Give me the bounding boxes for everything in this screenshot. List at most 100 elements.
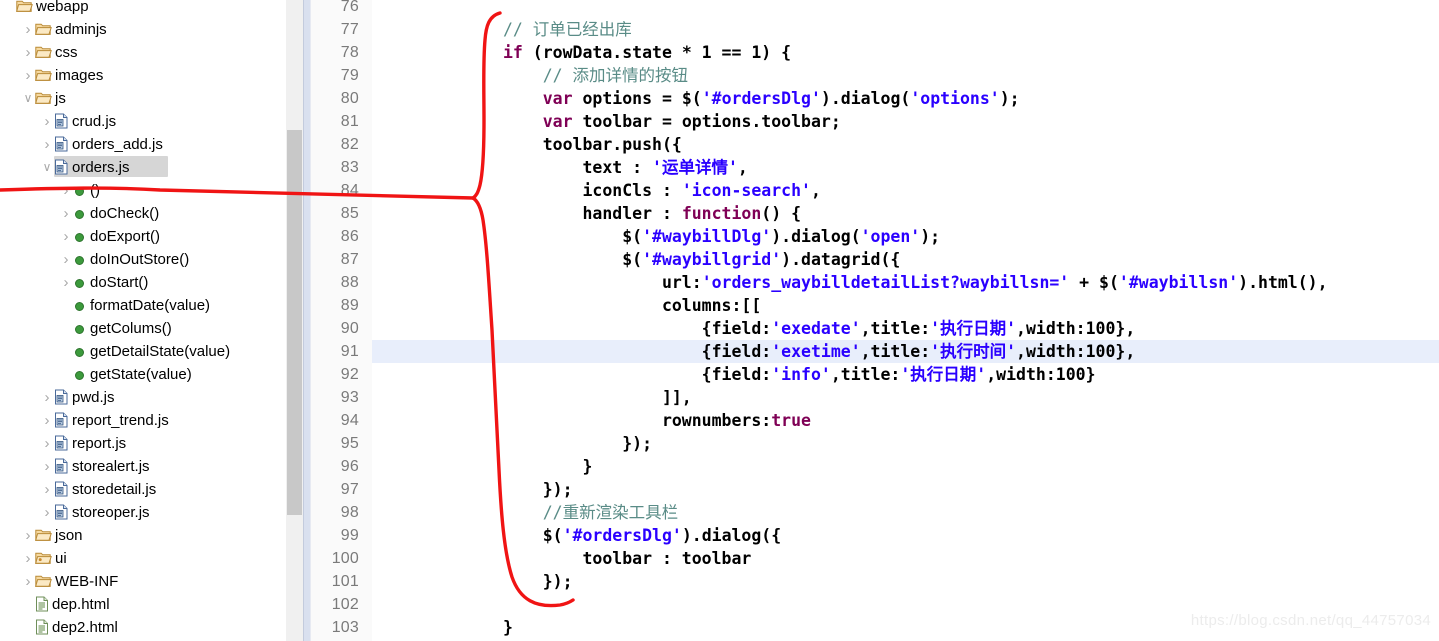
code-text: columns:[[ [503,294,761,317]
code-line[interactable]: 80 var options = $('#ordersDlg').dialog(… [311,87,1439,110]
tree-item[interactable]: webapp [0,0,286,17]
code-line[interactable]: 93 ]], [311,386,1439,409]
chevron-right-icon[interactable]: › [40,386,54,409]
line-number: 92 [340,366,359,383]
chevron-right-icon[interactable]: › [21,18,35,41]
line-number: 86 [340,228,359,245]
tree-item[interactable]: › crud.js [0,109,286,132]
code-line[interactable]: 79 // 添加详情的按钮 [311,64,1439,87]
code-line[interactable]: 77 // 订单已经出库 [311,18,1439,41]
tree-item-method[interactable]: › doStart() [0,270,286,293]
tree-item[interactable]: › storealert.js [0,454,286,477]
editor-left-divider [303,0,311,641]
tree-item[interactable]: ∨ orders.js [0,155,286,178]
tree-item-method[interactable]: › doExport() [0,224,286,247]
tree-item-method[interactable]: getState(value) [0,362,286,385]
line-number: 79 [340,67,359,84]
code-line[interactable]: 96 } [311,455,1439,478]
ide-window: webapp › adminjs › css › images ∨ js › crud.js › ord… [0,0,1439,641]
code-line[interactable]: 95 }); [311,432,1439,455]
code-text: iconCls : 'icon-search', [503,179,820,202]
chevron-right-icon[interactable]: › [59,225,73,248]
tree-item-method[interactable]: formatDate(value) [0,293,286,316]
tree-item-method[interactable]: › () [0,178,286,201]
tree-item-method[interactable]: › doCheck() [0,201,286,224]
code-line[interactable]: 100 toolbar : toolbar [311,547,1439,570]
chevron-down-icon[interactable]: ∨ [40,156,54,179]
tree-item[interactable]: › adminjs [0,17,286,40]
folder-icon [35,22,52,36]
code-token-plain: ); [920,227,941,246]
tree-item[interactable]: › report.js [0,431,286,454]
js-file-icon [54,159,69,175]
tree-item[interactable]: › pwd.js [0,385,286,408]
code-line[interactable]: 82 toolbar.push({ [311,133,1439,156]
tree-item[interactable]: ∨ js [0,86,286,109]
tree-item[interactable]: › css [0,40,286,63]
tree-item[interactable]: › WEB-INF [0,569,286,592]
line-number: 100 [331,550,359,567]
chevron-right-icon[interactable]: › [21,41,35,64]
code-line[interactable]: 76 [311,0,1439,18]
code-line[interactable]: 99 $('#ordersDlg').dialog({ [311,524,1439,547]
code-line[interactable]: 81 var toolbar = options.toolbar; [311,110,1439,133]
chevron-right-icon[interactable]: › [40,501,54,524]
tree-item[interactable]: › ui [0,546,286,569]
chevron-right-icon[interactable]: › [40,409,54,432]
js-file-icon [54,481,69,497]
code-line[interactable]: 98 //重新渲染工具栏 [311,501,1439,524]
chevron-right-icon[interactable]: › [59,179,73,202]
code-line[interactable]: 84 iconCls : 'icon-search', [311,179,1439,202]
code-line[interactable]: 86 $('#waybillDlg').dialog('open'); [311,225,1439,248]
tree-item[interactable]: › storedetail.js [0,477,286,500]
code-line[interactable]: 94 rownumbers:true [311,409,1439,432]
code-text: //重新渲染工具栏 [503,501,678,524]
tree-item-label: doStart() [90,273,149,291]
tree-item[interactable]: › orders_add.js [0,132,286,155]
code-line[interactable]: 85 handler : function() { [311,202,1439,225]
tree-item-method[interactable]: › doInOutStore() [0,247,286,270]
code-token-plain: rownumbers: [503,411,772,430]
folder-icon [16,0,33,13]
chevron-right-icon[interactable]: › [21,524,35,547]
code-line[interactable]: 101 }); [311,570,1439,593]
chevron-right-icon[interactable]: › [21,64,35,87]
folder-icon [35,45,52,59]
chevron-right-icon[interactable]: › [40,455,54,478]
code-line[interactable]: 91 {field:'exetime',title:'执行时间',width:1… [311,340,1439,363]
tree-item-method[interactable]: getColums() [0,316,286,339]
chevron-right-icon[interactable]: › [59,271,73,294]
chevron-right-icon[interactable]: › [59,248,73,271]
tree-item[interactable]: dep.html [0,592,286,615]
code-line[interactable]: 97 }); [311,478,1439,501]
tree-item[interactable]: › json [0,523,286,546]
chevron-right-icon[interactable]: › [40,432,54,455]
tree-item-method[interactable]: getDetailState(value) [0,339,286,362]
chevron-right-icon[interactable]: › [21,547,35,570]
code-line[interactable]: 87 $('#waybillgrid').datagrid({ [311,248,1439,271]
chevron-right-icon[interactable]: › [40,110,54,133]
sidebar-scrollbar-thumb[interactable] [287,130,302,515]
tree-item[interactable]: › storeoper.js [0,500,286,523]
code-editor[interactable]: 76 77 // 订单已经出库 78 if (rowData.state * 1 == … [311,0,1439,641]
html-file-icon [35,596,49,612]
package-explorer[interactable]: webapp › adminjs › css › images ∨ js › crud.js › ord… [0,0,290,641]
code-line[interactable]: 89 columns:[[ [311,294,1439,317]
tree-item[interactable]: › report_trend.js [0,408,286,431]
chevron-right-icon[interactable]: › [40,133,54,156]
code-token-plain: columns:[[ [503,296,762,315]
chevron-right-icon[interactable]: › [40,478,54,501]
code-line[interactable]: 92 {field:'info',title:'执行日期',width:100} [311,363,1439,386]
code-token-plain: toolbar.push({ [503,135,682,154]
chevron-right-icon[interactable]: › [21,570,35,593]
chevron-down-icon[interactable]: ∨ [21,87,35,110]
tree-item[interactable]: dep2.html [0,615,286,638]
code-line[interactable]: 90 {field:'exedate',title:'执行日期',width:1… [311,317,1439,340]
folder-icon [35,528,52,542]
code-line[interactable]: 78 if (rowData.state * 1 == 1) { [311,41,1439,64]
method-icon [73,275,87,289]
code-line[interactable]: 83 text : '运单详情', [311,156,1439,179]
tree-item[interactable]: › images [0,63,286,86]
code-line[interactable]: 88 url:'orders_waybilldetailList?waybill… [311,271,1439,294]
chevron-right-icon[interactable]: › [59,202,73,225]
